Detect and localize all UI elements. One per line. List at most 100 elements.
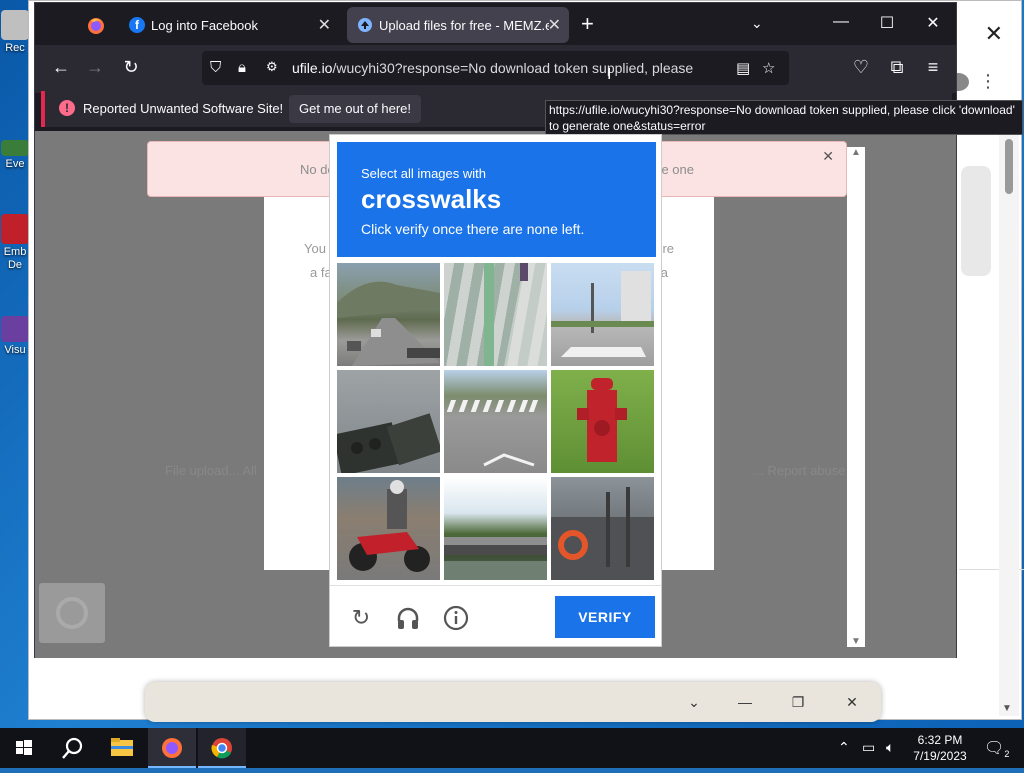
scroll-down-icon[interactable]: ▼ <box>1002 703 1012 714</box>
recaptcha-badge[interactable] <box>39 583 105 643</box>
scrollbar[interactable]: ▼ <box>999 131 1019 716</box>
windows-taskbar: ⌃ ▭ 🔈︎ 6:32 PM 7/19/2023 🗨︎2 <box>0 728 1024 768</box>
folder-icon <box>98 728 146 768</box>
firefox-taskbar-button[interactable] <box>148 728 196 768</box>
tab-ufile-active[interactable]: Upload files for free - MEMZ.ex ✕ <box>347 7 569 43</box>
tab-title: Upload files for free - MEMZ.ex <box>379 18 549 33</box>
tab-bar: f Log into Facebook ✕ Upload files for f… <box>35 3 956 45</box>
headphones-icon <box>395 605 421 631</box>
search-button[interactable] <box>48 728 96 768</box>
app-shortcut-icon <box>1 316 29 342</box>
clock-time: 6:32 PM <box>908 732 972 748</box>
captcha-tile-crosswalk[interactable] <box>444 263 547 366</box>
permissions-icon[interactable]: ⚙ <box>266 59 278 75</box>
desktop-icon-recycle-bin[interactable]: Rec <box>0 10 30 55</box>
minimized-window-bar: ⌄ — ❐ ✕ <box>145 682 881 722</box>
windows-logo-icon <box>0 728 48 768</box>
system-clock[interactable]: 6:32 PM 7/19/2023 <box>908 732 972 764</box>
bookmark-star-icon[interactable]: ☆ <box>762 59 775 77</box>
scroll-up-icon[interactable]: ▲ <box>851 147 861 158</box>
app-shortcut-icon <box>1 214 29 244</box>
tab-close-icon[interactable]: ✕ <box>548 15 561 35</box>
captcha-tile-boat[interactable] <box>551 477 654 580</box>
desktop-icon-visual-studio[interactable]: Visu <box>0 316 30 357</box>
captcha-tile-parking-lot[interactable] <box>551 263 654 366</box>
tracking-protection-shield-icon[interactable]: ⛉ <box>210 59 221 76</box>
traffic-light-image <box>337 370 440 473</box>
desktop-icon-embarcadero[interactable]: Emb De <box>0 214 30 272</box>
notification-center-icon[interactable]: 🗨︎2 <box>984 738 1009 759</box>
url-text[interactable]: ufile.io/wucyhi30?response=No download t… <box>292 60 732 76</box>
captcha-tile-fire-hydrant[interactable] <box>551 370 654 473</box>
reload-challenge-icon[interactable]: ↻ <box>348 605 374 631</box>
tooltip-line: to generate one&status=error <box>549 118 1019 134</box>
back-arrow-icon[interactable]: ← <box>49 57 73 78</box>
forward-arrow-icon[interactable]: → <box>83 57 107 78</box>
info-icon[interactable] <box>443 605 469 631</box>
scroll-down-icon[interactable]: ▼ <box>851 636 861 647</box>
start-button[interactable] <box>0 728 48 768</box>
desktop-icon-label: Visu <box>0 344 30 357</box>
firefox-logo-icon[interactable] <box>79 13 113 39</box>
url-bar[interactable]: ⛉ 🔒︎ ⚙ ufile.io/wucyhi30?response=No dow… <box>202 51 789 85</box>
warning-text: Reported Unwanted Software Site! <box>83 101 283 116</box>
restore-icon[interactable]: ❐ <box>789 694 807 711</box>
url-path: /wucyhi30?response=No download token sup… <box>332 60 693 76</box>
captcha-tile-bridge[interactable] <box>444 477 547 580</box>
tab-close-icon[interactable]: ✕ <box>318 15 331 35</box>
firefox-icon <box>148 728 196 768</box>
footer-text: ... Report abuse <box>753 463 846 478</box>
highway-image <box>337 263 440 366</box>
boat-lifebuoy-image <box>551 477 654 580</box>
captcha-tile-traffic-light[interactable] <box>337 370 440 473</box>
pocket-icon[interactable]: ♡ <box>849 57 873 78</box>
network-icon[interactable]: ▭ <box>862 739 875 756</box>
reader-view-icon[interactable]: ▤ <box>736 59 750 77</box>
captcha-target-word: crosswalks <box>361 184 501 215</box>
desktop-icon-label: Emb <box>0 246 30 259</box>
tab-facebook[interactable]: f Log into Facebook ✕ <box>119 7 339 43</box>
recycle-bin-icon <box>1 10 29 40</box>
crosswalk-image <box>444 263 547 366</box>
hamburger-menu-icon[interactable]: ≡ <box>921 57 945 78</box>
minimize-icon[interactable]: — <box>736 694 754 710</box>
chevron-down-icon[interactable]: ⌄ <box>685 694 703 711</box>
scrollbar[interactable]: ▲ ▼ <box>847 147 865 647</box>
background-panel <box>961 166 991 276</box>
list-all-tabs-chevron-icon[interactable]: ⌄ <box>751 15 763 32</box>
desktop-icon-everything[interactable]: Eve <box>0 140 30 171</box>
captcha-tile-intersection[interactable] <box>444 370 547 473</box>
new-tab-plus-icon[interactable]: + <box>581 13 594 35</box>
minimize-icon[interactable]: — <box>831 13 851 31</box>
warning-exclamation-icon: ! <box>59 100 75 116</box>
url-domain: ufile.io <box>292 60 332 76</box>
show-hidden-icons-chevron-icon[interactable]: ⌃ <box>838 739 850 756</box>
scrollbar-thumb[interactable] <box>1005 139 1013 194</box>
audio-challenge-headphones-icon[interactable] <box>395 605 421 631</box>
divider <box>330 585 661 586</box>
captcha-hint-text: Click verify once there are none left. <box>361 221 584 237</box>
chrome-icon <box>198 728 246 768</box>
volume-muted-icon[interactable]: 🔈︎ <box>886 739 894 756</box>
close-icon[interactable]: ✕ <box>923 13 943 33</box>
text-cursor-icon: I <box>607 66 611 84</box>
chrome-taskbar-button[interactable] <box>198 728 246 768</box>
close-icon[interactable]: ✕ <box>822 148 834 165</box>
verify-button[interactable]: VERIFY <box>555 596 655 638</box>
lock-icon[interactable]: 🔒︎ <box>238 59 246 76</box>
close-icon[interactable]: ✕ <box>985 23 1003 45</box>
kebab-menu-icon[interactable]: ⋮ <box>979 71 997 92</box>
captcha-tile-motorcycle[interactable] <box>337 477 440 580</box>
get-me-out-button[interactable]: Get me out of here! <box>289 95 421 123</box>
captcha-tile-highway[interactable] <box>337 263 440 366</box>
extensions-puzzle-icon[interactable]: ⧉ <box>885 57 909 78</box>
close-icon[interactable]: ✕ <box>843 694 861 711</box>
desktop-icon-label: De <box>0 259 30 272</box>
recaptcha-challenge: Select all images with crosswalks Click … <box>329 134 662 647</box>
reload-icon[interactable]: ↻ <box>119 57 143 78</box>
maximize-icon[interactable]: ☐ <box>877 13 897 33</box>
search-icon <box>48 728 96 768</box>
notification-count: 2 <box>1004 749 1009 759</box>
captcha-instruction-text: Select all images with <box>361 166 486 181</box>
file-explorer-taskbar-button[interactable] <box>98 728 146 768</box>
